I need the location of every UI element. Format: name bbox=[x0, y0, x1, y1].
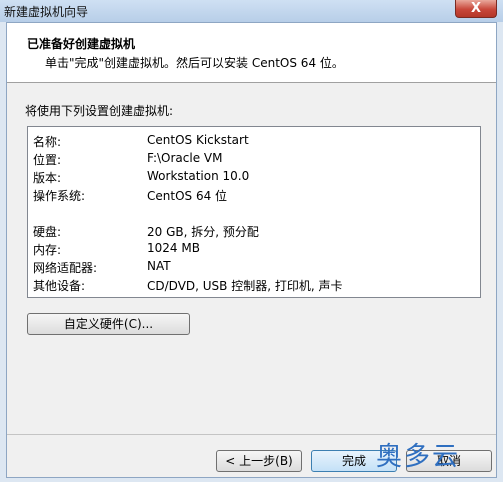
setting-key: 内存: bbox=[33, 243, 62, 257]
watermark-logo: 奥多云 bbox=[376, 442, 461, 472]
setting-key: 硬盘: bbox=[33, 225, 62, 239]
setting-key: 网络适配器: bbox=[33, 261, 98, 275]
page-subtitle: 单击"完成"创建虚拟机。然后可以安装 CentOS 64 位。 bbox=[45, 56, 344, 70]
setting-key: 版本: bbox=[33, 171, 62, 185]
setting-value: CD/DVD, USB 控制器, 打印机, 声卡 bbox=[147, 279, 343, 293]
list-item: 位置: F:\Oracle VM bbox=[28, 149, 480, 167]
close-button[interactable]: X bbox=[455, 0, 497, 18]
settings-intro-label: 将使用下列设置创建虚拟机: bbox=[25, 104, 174, 118]
setting-key: 操作系统: bbox=[33, 189, 86, 203]
title-bar: 新建虚拟机向导 X bbox=[0, 0, 503, 22]
setting-value: NAT bbox=[147, 259, 171, 273]
setting-value: CentOS Kickstart bbox=[147, 133, 249, 147]
list-item: 硬盘: 20 GB, 拆分, 预分配 bbox=[28, 221, 480, 239]
setting-key: 名称: bbox=[33, 135, 62, 149]
list-item: 名称: CentOS Kickstart bbox=[28, 131, 480, 149]
settings-summary-list[interactable]: 名称: CentOS Kickstart 位置: F:\Oracle VM 版本… bbox=[27, 126, 481, 298]
list-item: 网络适配器: NAT bbox=[28, 257, 480, 275]
list-item: 其他设备: CD/DVD, USB 控制器, 打印机, 声卡 bbox=[28, 275, 480, 293]
customize-hardware-button[interactable]: 自定义硬件(C)... bbox=[27, 313, 190, 335]
page-title: 已准备好创建虚拟机 bbox=[27, 37, 136, 51]
list-item: 操作系统: CentOS 64 位 bbox=[28, 185, 480, 203]
setting-value: 1024 MB bbox=[147, 241, 200, 255]
setting-value: CentOS 64 位 bbox=[147, 189, 228, 203]
setting-key: 位置: bbox=[33, 153, 62, 167]
back-button[interactable]: < 上一步(B) bbox=[216, 450, 302, 472]
list-item: 内存: 1024 MB bbox=[28, 239, 480, 257]
setting-key: 其他设备: bbox=[33, 279, 86, 293]
setting-value: F:\Oracle VM bbox=[147, 151, 223, 165]
wizard-dialog: 已准备好创建虚拟机 单击"完成"创建虚拟机。然后可以安装 CentOS 64 位… bbox=[6, 22, 497, 478]
header-panel: 已准备好创建虚拟机 单击"完成"创建虚拟机。然后可以安装 CentOS 64 位… bbox=[7, 23, 496, 83]
setting-value: 20 GB, 拆分, 预分配 bbox=[147, 225, 259, 239]
setting-value: Workstation 10.0 bbox=[147, 169, 250, 183]
list-item: 版本: Workstation 10.0 bbox=[28, 167, 480, 185]
window-title: 新建虚拟机向导 bbox=[4, 5, 89, 19]
close-icon: X bbox=[470, 1, 482, 16]
footer-divider bbox=[7, 434, 496, 435]
